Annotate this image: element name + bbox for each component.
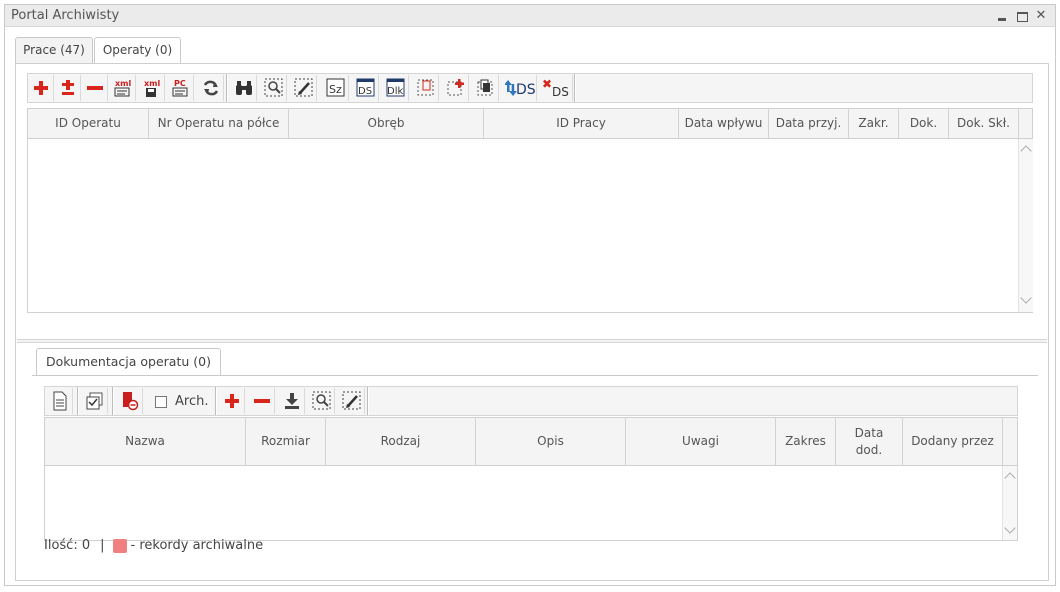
minimize-icon[interactable] [995, 9, 1009, 23]
remove-document-icon[interactable] [249, 388, 275, 414]
download-icon[interactable] [279, 388, 305, 414]
column-header[interactable]: Zakres [776, 418, 836, 465]
dlk-text: Dlk [387, 86, 403, 97]
column-header[interactable]: Dodany przez [903, 418, 1003, 465]
scroll-down-icon[interactable] [1004, 522, 1016, 534]
document-icon[interactable] [47, 388, 73, 414]
column-header[interactable]: Data dod. [836, 418, 903, 465]
window-title: Portal Archiwisty [11, 8, 120, 23]
column-header[interactable]: Nazwa [45, 418, 246, 465]
dok-tab-strip-line [32, 375, 1038, 376]
copy-select-icon[interactable] [473, 75, 499, 101]
scroll-up-icon[interactable] [1004, 472, 1016, 484]
edit-select-icon[interactable] [291, 75, 317, 101]
panel-splitter[interactable] [17, 339, 1047, 343]
zoom-document-icon[interactable] [309, 388, 335, 414]
arch-checkbox-toggle[interactable]: Arch. [155, 394, 208, 409]
column-header[interactable]: Zakr. [849, 109, 899, 138]
svg-text:xml: xml [144, 79, 160, 88]
column-header[interactable]: Uwagi [626, 418, 776, 465]
operaty-panel: xml xml PC Sz DS Dlk DS ✖ DS ID Operatu … [15, 63, 1049, 581]
pdf-export-icon[interactable]: PC [168, 75, 194, 101]
ds-icon[interactable]: DS [353, 75, 379, 101]
close-icon[interactable]: ✕ [1034, 9, 1048, 23]
sz-text: Sz [329, 83, 342, 96]
operaty-scrollbar[interactable] [1018, 139, 1033, 312]
status-footer: Ilość: 0 | - rekordy archiwalne [44, 538, 263, 553]
add-document-icon[interactable] [219, 388, 245, 414]
dok-scrollbar[interactable] [1002, 466, 1017, 540]
checklist-icon[interactable] [82, 388, 108, 414]
scroll-down-icon[interactable] [1020, 292, 1032, 304]
operaty-toolbar: xml xml PC Sz DS Dlk DS ✖ DS [27, 73, 1033, 103]
xml-import-icon[interactable]: xml [139, 75, 165, 101]
arch-checkbox[interactable] [155, 395, 167, 408]
tab-prace[interactable]: Prace (47) [15, 37, 93, 63]
column-header[interactable]: Dok. Skł. [949, 109, 1019, 138]
zoom-select-icon[interactable] [261, 75, 287, 101]
portal-window: Portal Archiwisty ✕ Prace (47) Operaty (… [4, 4, 1056, 586]
maximize-icon[interactable] [1015, 9, 1029, 23]
svg-text:PC: PC [174, 79, 186, 88]
dok-grid: Nazwa Rozmiar Rodzaj Opis Uwagi Zakres D… [44, 417, 1018, 541]
arch-label: Arch. [175, 394, 209, 409]
remove-ds-icon[interactable]: ✖ DS [539, 75, 573, 101]
column-header[interactable]: ID Pracy [484, 109, 679, 138]
column-header[interactable]: Nr Operatu na półce [149, 109, 289, 138]
sync-ds-icon[interactable]: DS [503, 75, 537, 101]
column-header[interactable]: Obręb [289, 109, 484, 138]
column-header[interactable]: Rozmiar [246, 418, 326, 465]
remove-icon[interactable] [82, 75, 108, 101]
operaty-grid-header: ID Operatu Nr Operatu na półce Obręb ID … [28, 109, 1032, 139]
dok-toolbar: Arch. [44, 386, 1018, 416]
dok-grid-header: Nazwa Rozmiar Rodzaj Opis Uwagi Zakres D… [45, 418, 1017, 466]
binoculars-icon[interactable] [231, 75, 257, 101]
ds-text: DS [358, 86, 372, 97]
operaty-grid: ID Operatu Nr Operatu na półce Obręb ID … [27, 108, 1033, 313]
sync-ds-text: DS [516, 82, 535, 98]
remove-ds-text: DS [552, 85, 569, 99]
title-bar: Portal Archiwisty ✕ [5, 5, 1055, 27]
column-header[interactable]: Data przyj. [769, 109, 849, 138]
column-header[interactable]: Rodzaj [326, 418, 476, 465]
tab-dokumentacja[interactable]: Dokumentacja operatu (0) [36, 348, 221, 376]
archive-legend-text: - rekordy archiwalne [130, 538, 264, 553]
svg-text:xml: xml [115, 79, 131, 88]
column-header[interactable]: Opis [476, 418, 626, 465]
scroll-up-icon[interactable] [1020, 145, 1032, 157]
archive-remove-icon[interactable] [117, 388, 143, 414]
ds-select-icon[interactable] [413, 75, 439, 101]
tab-operaty[interactable]: Operaty (0) [94, 37, 181, 64]
sz-icon[interactable]: Sz [323, 75, 349, 101]
archive-legend-swatch [112, 538, 127, 553]
footer-separator: | [100, 538, 105, 553]
edit-document-icon[interactable] [339, 388, 365, 414]
record-count: Ilość: 0 [44, 538, 91, 553]
dlk-icon[interactable]: Dlk [383, 75, 409, 101]
add-select-icon[interactable] [443, 75, 469, 101]
column-header[interactable]: Data wpływu [679, 109, 769, 138]
add-icon[interactable] [28, 75, 54, 101]
xml-export-icon[interactable]: xml [110, 75, 136, 101]
svg-text:✖: ✖ [542, 77, 552, 91]
column-header[interactable]: ID Operatu [28, 109, 149, 138]
add-remove-icon[interactable] [55, 75, 81, 101]
refresh-icon[interactable] [198, 75, 224, 101]
column-header[interactable]: Dok. [899, 109, 949, 138]
